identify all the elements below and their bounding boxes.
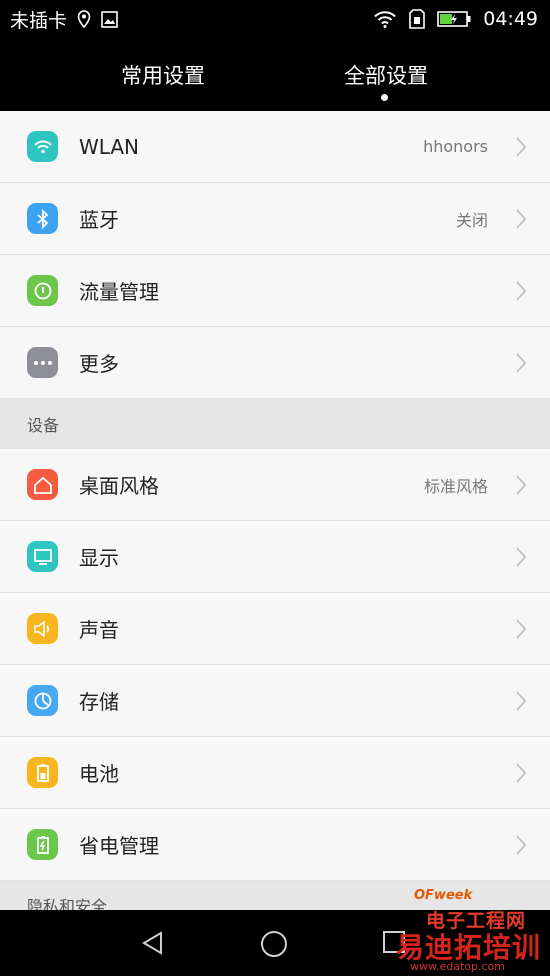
storage-icon [27, 685, 58, 716]
settings-row-sound[interactable]: 声音 [0, 593, 550, 665]
row-label: 蓝牙 [79, 208, 119, 232]
chevron-right-icon [516, 281, 527, 305]
watermark-logo: OFweek 电子工程网 易迪拓培训 www.edatop.com [396, 886, 546, 974]
chevron-right-icon [516, 137, 527, 161]
more-icon [27, 347, 58, 378]
home-icon [27, 469, 58, 500]
section-header-privacy-label: 隐私和安全 [27, 897, 108, 910]
settings-row-bluetooth[interactable]: 蓝牙 关闭 [0, 183, 550, 255]
bluetooth-icon [27, 203, 58, 234]
image-icon [101, 10, 118, 28]
status-bar: 未插卡 04:49 [0, 0, 550, 38]
back-button[interactable] [140, 930, 166, 960]
no-sim-icon [409, 9, 426, 29]
speaker-icon [27, 613, 58, 644]
settings-row-power-saving[interactable]: 省电管理 [0, 809, 550, 881]
chevron-right-icon [516, 209, 527, 233]
battery-icon [27, 757, 58, 788]
section-header-device: 设备 [0, 399, 550, 449]
row-label: 桌面风格 [79, 474, 159, 498]
row-label: 存储 [79, 690, 119, 714]
settings-tab-bar: 常用设置 全部设置 [0, 38, 550, 111]
chevron-right-icon [516, 619, 527, 643]
carrier-text: 未插卡 [10, 9, 68, 32]
tab-common-settings[interactable]: 常用设置 [83, 60, 243, 90]
chevron-right-icon [516, 475, 527, 499]
battery-status-icon [437, 10, 471, 28]
settings-row-storage[interactable]: 存储 [0, 665, 550, 737]
settings-row-battery[interactable]: 电池 [0, 737, 550, 809]
active-tab-indicator [381, 94, 388, 101]
row-value: 关闭 [455, 210, 488, 230]
display-icon [27, 541, 58, 572]
row-label: WLAN [79, 134, 140, 159]
tab-all-settings[interactable]: 全部设置 [306, 60, 466, 90]
row-label: 电池 [79, 762, 119, 786]
chevron-right-icon [516, 835, 527, 859]
row-label: 省电管理 [79, 834, 159, 858]
chevron-right-icon [516, 353, 527, 377]
location-icon [77, 10, 91, 28]
row-value: 标准风格 [423, 476, 488, 496]
watermark-brand: OFweek [414, 888, 473, 903]
wifi-signal-icon [373, 10, 397, 28]
row-label: 显示 [79, 546, 119, 570]
settings-row-data-usage[interactable]: 流量管理 [0, 255, 550, 327]
settings-row-more[interactable]: 更多 [0, 327, 550, 399]
home-button[interactable] [260, 930, 288, 962]
chevron-right-icon [516, 763, 527, 787]
row-label: 更多 [79, 352, 119, 376]
data-usage-icon [27, 275, 58, 306]
clock-text: 04:49 [483, 8, 538, 30]
settings-list: WLAN hhonors 蓝牙 关闭 流量管理 更多 设备 桌面风格 标准风格 [0, 111, 550, 910]
row-label: 声音 [79, 618, 119, 642]
wifi-icon [27, 131, 58, 162]
row-label: 流量管理 [79, 280, 159, 304]
row-value: hhonors [423, 137, 488, 156]
settings-row-wlan[interactable]: WLAN hhonors [0, 111, 550, 183]
power-saving-icon [27, 829, 58, 860]
settings-row-display[interactable]: 显示 [0, 521, 550, 593]
watermark-line3: www.edatop.com [410, 960, 505, 973]
chevron-right-icon [516, 691, 527, 715]
settings-row-home-style[interactable]: 桌面风格 标准风格 [0, 449, 550, 521]
chevron-right-icon [516, 547, 527, 571]
